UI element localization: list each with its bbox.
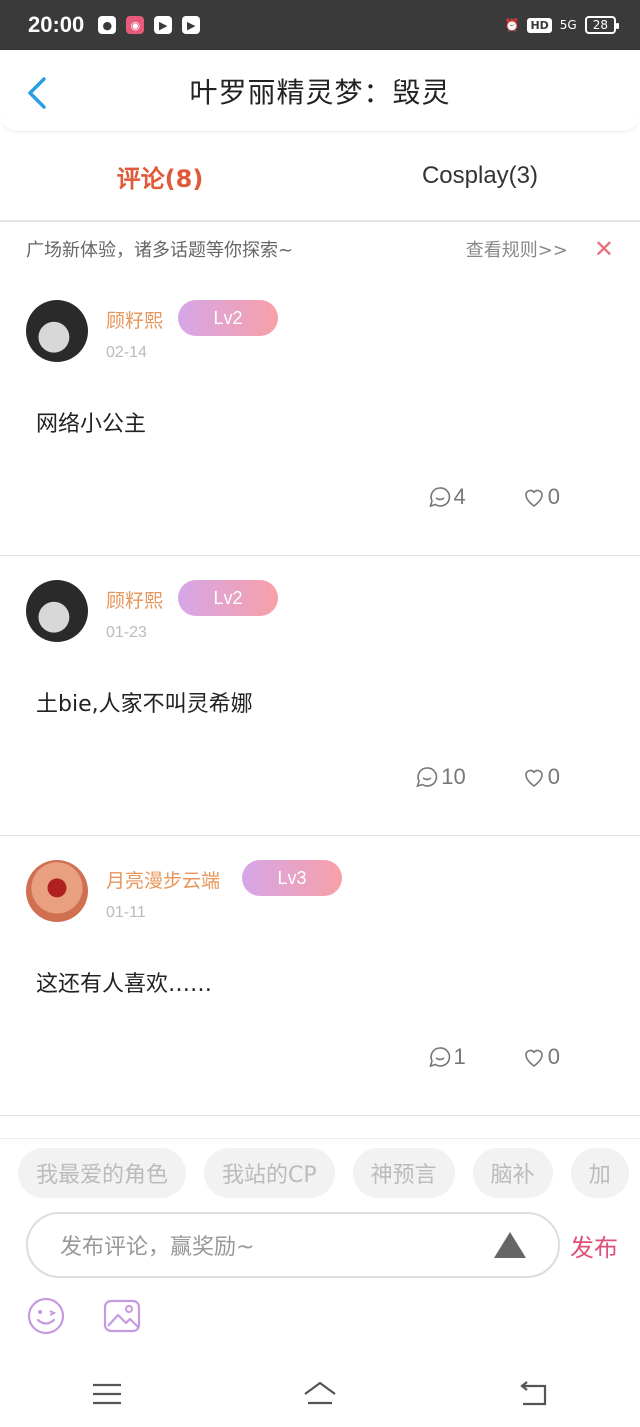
video-app-icon: ▶ xyxy=(154,16,173,34)
reply-button[interactable]: 1 xyxy=(428,1044,466,1070)
comment-item: 顾籽熙 Lv2 01-23 土bie,人家不叫灵希娜 10 0 xyxy=(0,556,640,836)
notice-text: 广场新体验，诸多话题等你探索~ xyxy=(26,240,294,261)
topic-chip-row: 我最爱的角色 我站的CP 神预言 脑补 加 xyxy=(0,1138,640,1206)
reply-button[interactable]: 10 xyxy=(415,764,466,790)
topic-chip[interactable]: 脑补 xyxy=(472,1147,553,1198)
avatar[interactable] xyxy=(26,580,88,642)
app-notification-icon: ◉ xyxy=(126,16,145,34)
signal-icon: 5G xyxy=(559,18,577,32)
reply-button[interactable]: 4 xyxy=(428,484,466,510)
comment-text[interactable]: 这还有人喜欢…… xyxy=(36,966,212,998)
tab-comments[interactable]: 评论(8) xyxy=(0,132,320,220)
heart-icon xyxy=(524,769,543,787)
view-rules-link[interactable]: 查看规则>> xyxy=(466,236,568,262)
close-icon[interactable]: ✕ xyxy=(594,235,614,263)
system-icons: ⏰ HD 5G 28 xyxy=(504,16,620,34)
comment-actions: 10 0 xyxy=(415,764,560,790)
notice-banner: 广场新体验，诸多话题等你探索~ 查看规则>> ✕ xyxy=(0,222,640,276)
reply-count: 4 xyxy=(453,484,466,509)
comment-bubble-icon xyxy=(428,487,450,508)
level-badge: Lv2 xyxy=(178,300,278,336)
comment-actions: 4 0 xyxy=(428,484,560,510)
heart-icon xyxy=(524,489,543,507)
like-count: 0 xyxy=(547,1044,560,1069)
topic-chip[interactable]: 加 xyxy=(570,1147,629,1198)
like-count: 0 xyxy=(547,484,560,509)
comment-item: 月亮漫步云端 Lv3 01-11 这还有人喜欢…… 1 0 xyxy=(0,836,640,1116)
header: 叶罗丽精灵梦：毁灵 xyxy=(0,50,640,132)
post-date: 01-23 xyxy=(106,624,147,641)
menu-button[interactable] xyxy=(85,1374,129,1414)
publish-button[interactable]: 发布 xyxy=(570,1228,618,1263)
tab-bar: 评论(8) Cosplay(3) xyxy=(0,132,640,222)
home-icon xyxy=(304,1381,336,1404)
like-count: 0 xyxy=(547,764,560,789)
post-date: 01-11 xyxy=(106,904,146,921)
avatar[interactable] xyxy=(26,300,88,362)
page-title: 叶罗丽精灵梦：毁灵 xyxy=(189,75,451,109)
back-nav-button[interactable] xyxy=(511,1374,555,1414)
comment-text[interactable]: 土bie,人家不叫灵希娜 xyxy=(36,686,253,718)
username[interactable]: 月亮漫步云端 xyxy=(106,866,220,893)
status-bar: 20:00 ● ◉ ▶ ▶ ⏰ HD 5G 28 xyxy=(0,0,640,50)
topic-chip[interactable]: 我站的CP xyxy=(204,1147,335,1198)
comment-actions: 1 0 xyxy=(428,1044,560,1070)
emoji-icon[interactable] xyxy=(26,1296,66,1336)
topic-chip[interactable]: 神预言 xyxy=(352,1147,455,1198)
heart-icon xyxy=(524,1049,543,1067)
notification-icons: ● ◉ ▶ ▶ xyxy=(98,16,201,34)
comment-bubble-icon xyxy=(416,767,438,788)
like-button[interactable]: 0 xyxy=(522,1044,560,1070)
wechat-icon: ● xyxy=(98,16,117,34)
username[interactable]: 顾籽熙 xyxy=(106,586,163,613)
avatar[interactable] xyxy=(26,860,88,922)
level-badge: Lv2 xyxy=(178,580,278,616)
chevron-left-icon xyxy=(28,77,46,109)
alarm-icon: ⏰ xyxy=(504,18,520,32)
username[interactable]: 顾籽熙 xyxy=(106,306,163,333)
home-button[interactable] xyxy=(298,1374,342,1414)
post-date: 02-14 xyxy=(106,344,147,361)
back-button[interactable] xyxy=(22,76,52,110)
triangle-up-icon[interactable] xyxy=(494,1232,526,1258)
comment-bubble-icon xyxy=(428,1047,450,1068)
play-app-icon: ▶ xyxy=(182,16,201,34)
comment-item: 顾籽熙 Lv2 02-14 网络小公主 4 0 xyxy=(0,276,640,556)
reply-count: 10 xyxy=(441,764,466,789)
tab-cosplay[interactable]: Cosplay(3) xyxy=(320,132,640,220)
hd-icon: HD xyxy=(527,17,552,33)
comment-input[interactable]: 发布评论，赢奖励~ xyxy=(26,1212,560,1278)
like-button[interactable]: 0 xyxy=(522,484,560,510)
status-time: 20:00 xyxy=(28,12,85,37)
comment-input-placeholder: 发布评论，赢奖励~ xyxy=(60,1235,255,1260)
reply-count: 1 xyxy=(453,1044,466,1069)
battery-icon: 28 xyxy=(584,16,620,34)
like-button[interactable]: 0 xyxy=(522,764,560,790)
menu-icon xyxy=(92,1383,121,1404)
topic-chip[interactable]: 我最爱的角色 xyxy=(18,1147,187,1198)
image-icon[interactable] xyxy=(102,1296,142,1336)
back-arrow-icon xyxy=(520,1380,547,1405)
system-nav-bar xyxy=(0,1360,640,1427)
comment-text[interactable]: 网络小公主 xyxy=(36,406,146,438)
level-badge: Lv3 xyxy=(242,860,342,896)
